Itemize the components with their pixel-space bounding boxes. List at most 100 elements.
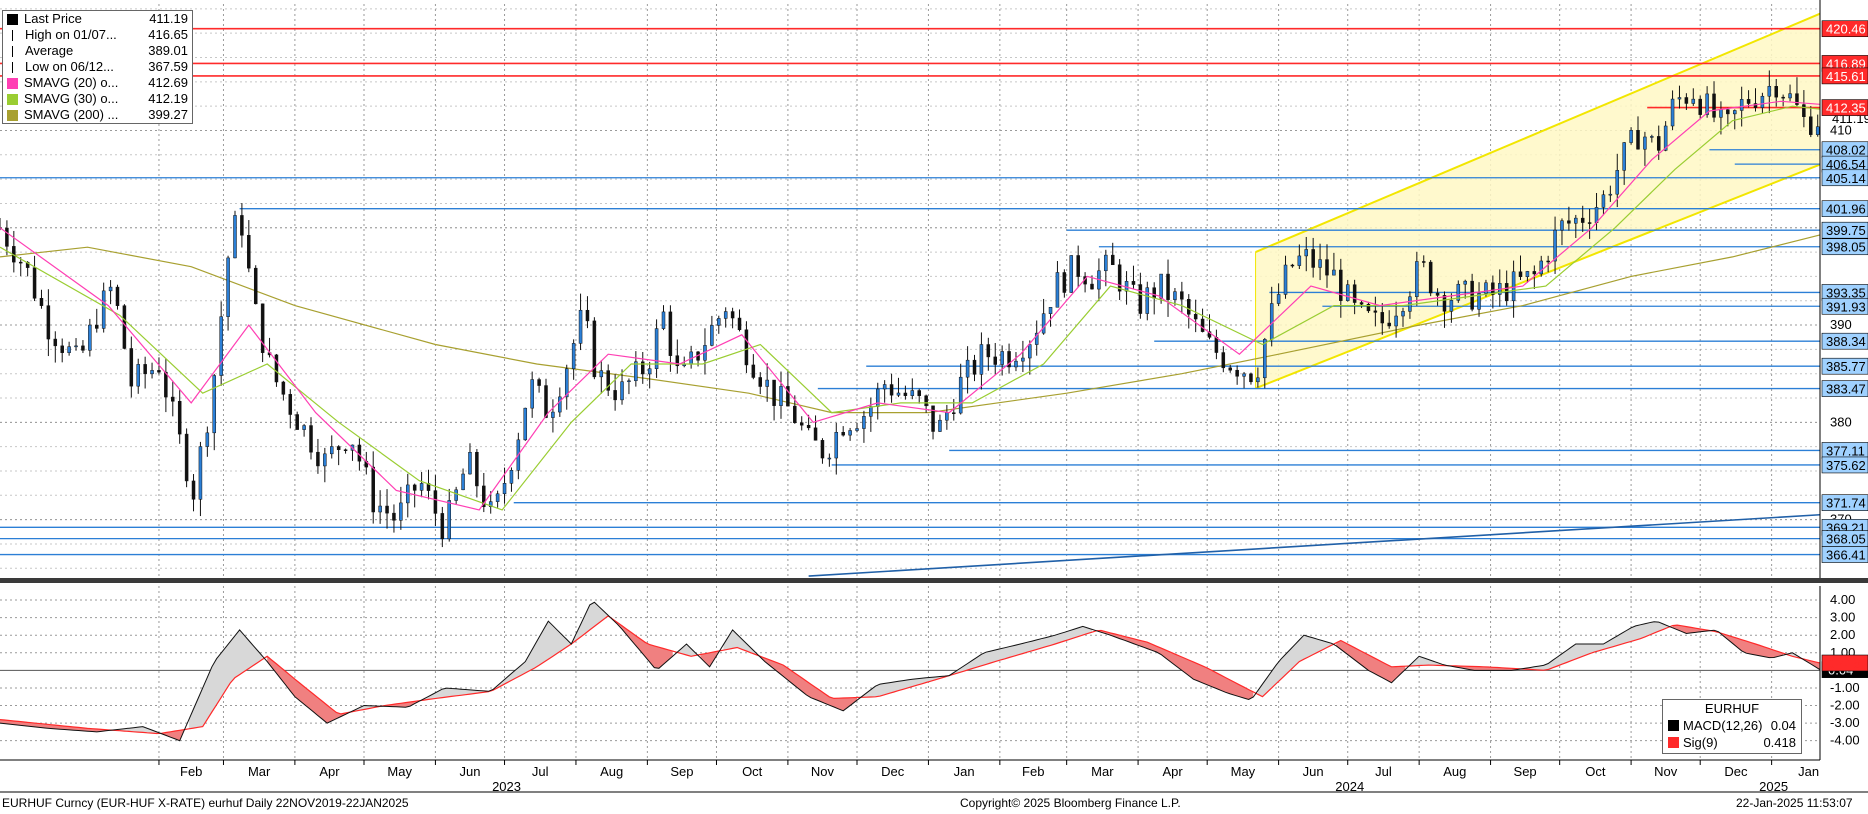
candle-body [1733,110,1737,115]
level-label-398.05: 398.05 [1826,240,1866,255]
candle-body [1276,294,1281,304]
candle-body [136,364,140,387]
candle-body [143,364,147,375]
month-label-Sep: Sep [670,764,693,779]
candle-body [1325,259,1329,276]
candle-body [1380,312,1385,324]
candle-body [1339,269,1343,301]
candle-body [1815,126,1820,135]
signal-swatch [1668,737,1679,748]
legend-row: SMAVG (30) o... 412.19 [3,91,192,107]
panel-divider [0,578,1868,583]
macd-tick-label: 3.00 [1830,610,1855,625]
candle-body [1131,281,1136,285]
candle-body [1518,271,1523,277]
candle-body [882,384,887,390]
legend-row: Last Price 411.19 [3,11,192,27]
candle-body [1560,220,1564,231]
candle-body [551,411,555,418]
macd-legend-name: MACD(12,26) [1683,718,1763,733]
candle-body [1774,86,1778,98]
candle-body [952,412,956,414]
legend-value: 412.69 [148,75,188,90]
candle-body [1090,283,1094,290]
candle-body [1525,271,1530,277]
legend-value: 399.27 [148,107,188,122]
candle-body [1345,284,1350,301]
candle-body [848,430,852,436]
year-label-2023: 2023 [492,779,521,794]
candle-body [371,466,375,513]
candle-body [1580,217,1585,223]
macd-tick-label: 2.00 [1830,627,1855,642]
candle-body [862,416,866,429]
candle-body [1719,109,1723,118]
candle-body [751,364,756,378]
candle-body [1435,292,1440,296]
macd-tick-label: -2.00 [1830,698,1860,713]
candle-body [1788,93,1792,99]
candle-body [1574,217,1578,224]
candle-body [1104,254,1108,272]
legend-row: Average 389.01 [3,43,192,59]
month-label-Nov: Nov [1654,764,1678,779]
candle-body [647,368,652,375]
candle-body [564,368,569,398]
candle-body [164,371,168,398]
candle-body [157,370,161,373]
month-label-Jun: Jun [459,764,480,779]
candle-body [323,453,327,467]
legend-swatch [12,29,19,41]
candle-body [1387,322,1391,327]
candle-body [772,379,776,406]
candle-body [620,381,624,401]
candle-body [1746,99,1751,104]
year-label-2025: 2025 [1759,779,1788,794]
candle-body [385,505,389,514]
candle-body [1304,249,1309,257]
candle-body [820,440,825,459]
candle-body [32,267,37,299]
month-label-Aug: Aug [1443,764,1466,779]
level-label-412.35: 412.35 [1826,101,1866,116]
month-label-Mar: Mar [248,764,271,779]
candle-body [1145,287,1150,314]
candle-body [924,395,928,407]
candle-body [1684,97,1689,104]
level-label-388.34: 388.34 [1826,334,1866,349]
candle-body [1650,136,1654,138]
candle-body [1449,300,1454,312]
candle-body [18,261,23,264]
candle-body [253,267,258,305]
candle-body [502,483,507,495]
candle-body [917,390,921,397]
candle-body [1269,303,1274,340]
candle-body [896,392,901,396]
level-label-368.05: 368.05 [1826,532,1866,547]
candle-body [1373,310,1378,313]
legend-row: High on 01/07... 416.65 [3,27,192,43]
macd-value-label-0.418: 0.418 [1828,656,1861,671]
candle-body [509,470,514,484]
candle-body [1221,352,1226,369]
candle-body [730,311,735,319]
candle-body [979,344,984,375]
candle-body [247,235,251,269]
candle-body [1421,261,1426,263]
legend-swatch [12,45,19,57]
candle-body [171,396,175,402]
candle-body [1656,136,1661,151]
candle-body [1670,98,1675,127]
candle-body [910,390,915,396]
candle-body [1442,295,1447,312]
candle-body [889,384,894,396]
candle-body [1263,339,1267,379]
candle-body [1567,220,1571,224]
candle-body [281,381,286,395]
candle-body [578,309,583,344]
macd-tick-label: -1.00 [1830,680,1860,695]
year-label-2024: 2024 [1335,779,1364,794]
candle-body [1048,307,1053,314]
candle-body [177,401,182,435]
macd-tick-label: -3.00 [1830,715,1860,730]
